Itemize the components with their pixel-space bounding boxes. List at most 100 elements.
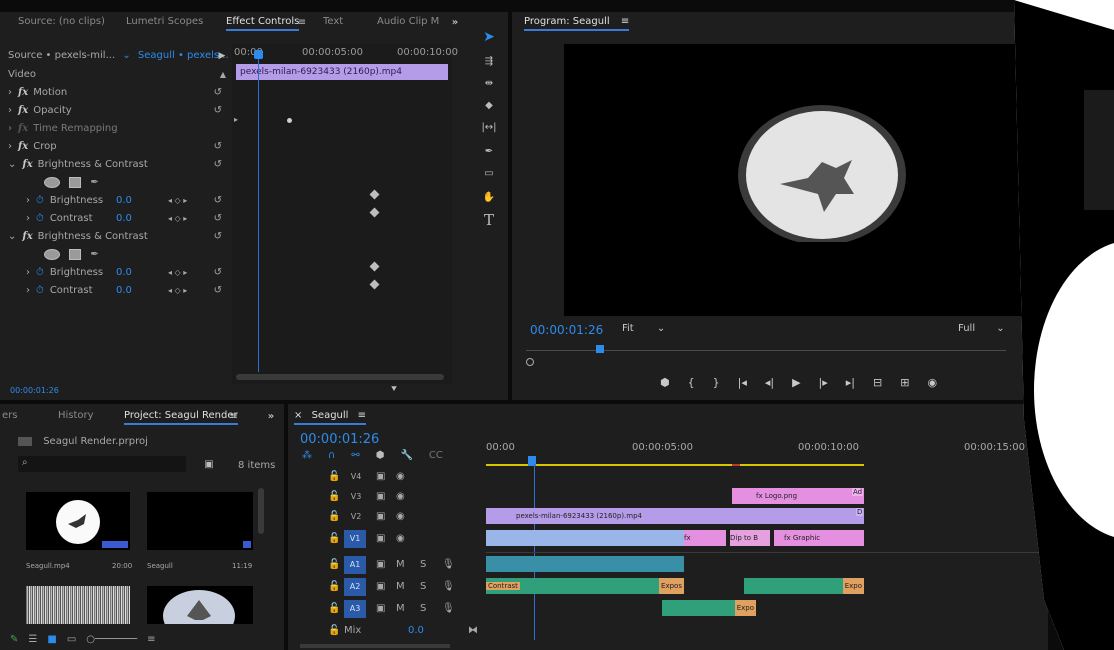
effect-row-brightness-contrast-2[interactable]: ⌄ fx Brightness & Contrast ↺ (8, 228, 230, 246)
eye-icon[interactable]: ◉ (396, 468, 405, 486)
track-label[interactable]: V3 (346, 488, 366, 506)
program-zoom-handle[interactable] (526, 358, 534, 366)
sort-icon[interactable]: ≡ (147, 634, 155, 648)
zoom-slider[interactable]: ○─────── (86, 634, 137, 648)
lock-icon[interactable]: 🔓 (328, 578, 340, 596)
tab-source[interactable]: Source: (no clips) (18, 12, 105, 32)
eye-icon[interactable]: ◉ (396, 508, 405, 526)
expand-chevron-icon[interactable]: › (8, 105, 12, 116)
project-item-thumbnail[interactable] (147, 586, 253, 624)
panel-menu-icon[interactable]: ≡ (228, 408, 240, 424)
panel-menu-icon[interactable]: ≡ (296, 14, 308, 30)
rectangle-mask-icon[interactable] (69, 176, 82, 188)
track-label[interactable]: V2 (346, 508, 366, 526)
sequence-clip-label[interactable]: Seagull • pexels... (138, 50, 229, 61)
rectangle-tool-icon[interactable]: ▭ (480, 164, 498, 182)
rectangle-mask-icon[interactable] (69, 248, 82, 260)
clip-a2-audio[interactable]: Contrast Expos (486, 578, 684, 594)
add-marker-icon[interactable]: ⬢ (660, 376, 670, 392)
fx-icon[interactable]: fx (22, 231, 32, 242)
effect-row-opacity[interactable]: › fx Opacity ↺ (8, 102, 230, 120)
microphone-icon[interactable]: 🎙 (442, 578, 455, 596)
tab-markers[interactable]: ers (2, 406, 17, 426)
track-label[interactable]: A3 (344, 600, 366, 618)
sync-lock-icon[interactable]: ▣ (376, 578, 385, 596)
wrench-icon[interactable]: 🔧 (400, 450, 412, 461)
freeform-view-icon[interactable]: ▭ (67, 634, 76, 648)
go-to-end-icon[interactable]: ⧓ (468, 622, 478, 640)
type-tool-icon[interactable]: T (480, 210, 498, 230)
program-timecode[interactable]: 00:00:01:26 (530, 323, 603, 337)
play-triangle-icon[interactable]: ▶ (217, 49, 227, 63)
track-label[interactable]: A1 (344, 556, 366, 574)
ellipse-mask-icon[interactable] (44, 176, 60, 188)
reset-icon[interactable]: ↺ (214, 228, 222, 246)
reset-icon[interactable]: ↺ (214, 156, 222, 174)
timeline-timecode[interactable]: 00:00:01:26 (300, 432, 379, 447)
sync-lock-icon[interactable]: ▣ (376, 530, 385, 548)
lock-icon[interactable]: 🔓 (328, 530, 340, 548)
microphone-icon[interactable]: 🎙 (442, 556, 455, 574)
keyframe-nav-icon[interactable]: ◂ ◇ ▸ (168, 264, 187, 282)
keyframe-nav-icon[interactable]: ◂ ◇ ▸ (168, 282, 187, 300)
expand-chevron-icon[interactable]: › (8, 87, 12, 98)
collapse-up-icon[interactable]: ▲ (220, 66, 226, 84)
new-bin-icon[interactable]: ▣ (202, 457, 216, 471)
lock-icon[interactable]: 🔓 (328, 488, 340, 506)
reset-icon[interactable]: ↺ (214, 102, 222, 120)
contrast-2-value[interactable]: 0.0 (116, 282, 132, 300)
step-back-icon[interactable]: ◂| (765, 376, 774, 392)
reset-icon[interactable]: ↺ (214, 264, 222, 282)
clip-a3-audio[interactable]: Expo (662, 600, 756, 616)
sync-lock-icon[interactable]: ▣ (376, 556, 385, 574)
selection-tool-icon[interactable]: ➤ (480, 28, 498, 46)
effect-row-brightness-contrast-1[interactable]: ⌄ fx Brightness & Contrast ↺ (8, 156, 230, 174)
sync-lock-icon[interactable]: ▣ (376, 508, 385, 526)
project-item-thumbnail[interactable] (26, 586, 130, 624)
tab-project[interactable]: Project: Seagul Render (124, 406, 238, 426)
brightness-2-value[interactable]: 0.0 (116, 264, 132, 282)
panel-menu-icon[interactable]: ≡ (358, 410, 366, 421)
tab-timeline-sequence[interactable]: × Seagull ≡ (294, 406, 367, 426)
effect-row-crop[interactable]: › fx Crop ↺ (8, 138, 230, 156)
track-label[interactable]: A2 (344, 578, 366, 596)
add-marker-icon[interactable]: ⬢ (376, 450, 385, 461)
keyframe-nav-icon[interactable]: ◂ ◇ ▸ (168, 210, 187, 228)
source-selector[interactable]: Source • pexels-mil... ⌄ Seagull • pexel… (8, 48, 229, 64)
keyframe-diamond[interactable] (369, 189, 380, 200)
ec-playhead[interactable] (258, 52, 259, 372)
hand-tool-icon[interactable]: ✋ (480, 188, 498, 206)
ec-playhead-handle[interactable] (254, 50, 263, 59)
eye-icon[interactable]: ◉ (396, 530, 405, 548)
overflow-icon[interactable]: » (264, 408, 278, 424)
razor-tool-icon[interactable]: ◆ (480, 96, 498, 114)
pen-tool-icon[interactable]: ✒ (480, 142, 498, 160)
fx-icon[interactable]: fx (18, 87, 28, 98)
reset-icon[interactable]: ↺ (214, 138, 222, 156)
fx-icon[interactable]: fx (22, 159, 32, 170)
keyframe-diamond[interactable] (369, 279, 380, 290)
lock-icon[interactable]: 🔓 (328, 600, 340, 618)
reset-icon[interactable]: ↺ (214, 282, 222, 300)
lock-icon[interactable]: 🔓 (328, 468, 340, 486)
reset-icon[interactable]: ↺ (214, 192, 222, 210)
expand-chevron-icon[interactable]: › (26, 285, 30, 296)
slip-tool-icon[interactable]: |↔| (480, 118, 498, 136)
nest-icon[interactable]: ⁂ (302, 450, 312, 461)
eye-icon[interactable]: ◉ (396, 488, 405, 506)
project-scrollbar[interactable] (258, 488, 264, 534)
list-view-icon[interactable]: ☰ (28, 634, 37, 648)
track-label[interactable]: V4 (346, 468, 366, 486)
stopwatch-icon[interactable]: ⏱ (36, 195, 44, 206)
lock-icon[interactable]: 🔓 (328, 508, 340, 526)
clip-dip-to-black[interactable]: Dip to B (730, 530, 770, 546)
project-item-thumbnail[interactable] (26, 492, 130, 550)
mix-value[interactable]: 0.0 (408, 622, 424, 640)
mute-icon[interactable]: M (396, 578, 405, 596)
clip-a1-audio[interactable] (486, 556, 684, 572)
timeline-zoom-bar[interactable] (300, 644, 450, 648)
collapse-chevron-icon[interactable]: ⌄ (8, 159, 16, 170)
project-item-thumbnail[interactable] (147, 492, 253, 550)
microphone-icon[interactable]: 🎙 (442, 600, 455, 618)
track-label[interactable]: V1 (344, 530, 366, 548)
